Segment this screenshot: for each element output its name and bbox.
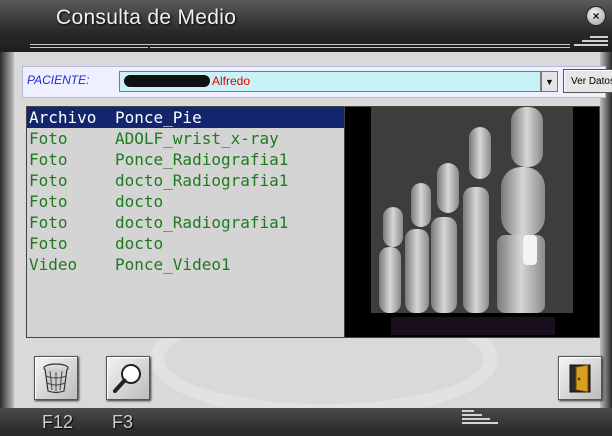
- item-name: Ponce_Radiografia1: [115, 150, 289, 169]
- list-item[interactable]: Foto docto_Radiografia1: [27, 170, 345, 191]
- list-item[interactable]: Foto docto: [27, 233, 345, 254]
- title-grip-right: [572, 36, 608, 50]
- list-header: Archivo Ponce_Pie: [27, 107, 345, 128]
- xray-image: [371, 107, 573, 313]
- xray-border-strip: [391, 317, 555, 335]
- left-frame: [0, 52, 14, 408]
- title-bar[interactable]: Consulta de Medio: [0, 0, 612, 52]
- search-button[interactable]: [106, 356, 150, 400]
- magnifier-icon: [113, 364, 141, 393]
- item-type: Video: [29, 255, 78, 274]
- patient-row: PACIENTE: Alfredo ▼ Ver Datos: [22, 66, 612, 98]
- list-item[interactable]: Foto ADOLF_wrist_x-ray: [27, 128, 345, 149]
- media-list[interactable]: Archivo Ponce_Pie Foto ADOLF_wrist_x-ray…: [26, 106, 346, 338]
- view-data-button[interactable]: Ver Datos: [563, 69, 612, 93]
- xray-bone: [511, 107, 543, 167]
- list-item[interactable]: Foto docto: [27, 191, 345, 212]
- item-name: Ponce_Video1: [115, 255, 231, 274]
- xray-bone: [405, 229, 429, 313]
- close-icon: ×: [592, 9, 600, 23]
- trash-icon: [43, 363, 69, 394]
- chevron-down-icon: ▼: [545, 76, 554, 87]
- delete-shortcut: F12: [42, 412, 74, 432]
- xray-bone: [383, 207, 403, 247]
- header-type: Archivo: [29, 108, 97, 127]
- exit-door-icon: [569, 364, 591, 393]
- window-title: Consulta de Medio: [56, 6, 237, 29]
- item-name: docto: [115, 234, 164, 253]
- right-frame: [600, 52, 612, 408]
- status-bar: [0, 408, 612, 436]
- xray-bone: [411, 183, 431, 227]
- title-grip-left: [30, 44, 150, 52]
- xray-bone: [501, 167, 545, 237]
- item-name: docto_Radiografia1: [115, 213, 289, 232]
- delete-button[interactable]: [34, 356, 78, 400]
- patient-value: Alfredo: [212, 74, 251, 88]
- resize-grip[interactable]: [462, 410, 502, 428]
- item-type: Foto: [29, 192, 68, 211]
- header-name: Ponce_Pie: [115, 108, 202, 127]
- xray-bone: [463, 187, 489, 313]
- item-type: Foto: [29, 150, 68, 169]
- item-type: Foto: [29, 171, 68, 190]
- item-name: docto_Radiografia1: [115, 171, 289, 190]
- list-item[interactable]: Video Ponce_Video1: [27, 254, 345, 275]
- item-name: docto: [115, 192, 164, 211]
- patient-combobox[interactable]: Alfredo: [119, 71, 541, 92]
- xray-bone: [431, 217, 457, 313]
- xray-bright-spot: [523, 235, 537, 265]
- media-preview[interactable]: [344, 106, 600, 338]
- patient-label: PACIENTE:: [27, 73, 90, 87]
- xray-bone: [469, 127, 491, 179]
- close-button[interactable]: ×: [586, 6, 606, 26]
- list-item[interactable]: Foto docto_Radiografia1: [27, 212, 345, 233]
- item-name: ADOLF_wrist_x-ray: [115, 129, 279, 148]
- redacted-name: [124, 75, 210, 87]
- item-type: Foto: [29, 213, 68, 232]
- xray-bone: [379, 247, 401, 313]
- item-type: Foto: [29, 234, 68, 253]
- list-item[interactable]: Foto Ponce_Radiografia1: [27, 149, 345, 170]
- patient-dropdown-button[interactable]: ▼: [541, 71, 558, 92]
- xray-bone: [497, 235, 545, 313]
- xray-bone: [437, 163, 459, 213]
- exit-button[interactable]: [558, 356, 602, 400]
- media-window: Consulta de Medio × PACIENTE: Alfredo ▼ …: [0, 0, 612, 436]
- search-shortcut: F3: [112, 412, 134, 432]
- title-grip-mid: [150, 44, 570, 52]
- item-type: Foto: [29, 129, 68, 148]
